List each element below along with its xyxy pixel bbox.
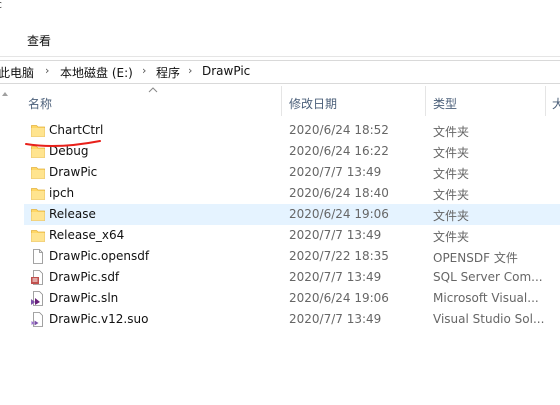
file-row[interactable]: DrawPic 2020/7/7 13:49 文件夹 bbox=[24, 162, 560, 183]
solution-file-icon bbox=[31, 291, 45, 306]
column-divider[interactable] bbox=[545, 86, 546, 116]
sort-ascending-icon bbox=[148, 87, 158, 93]
chevron-right-icon[interactable]: › bbox=[188, 64, 192, 77]
file-type: 文件夹 bbox=[433, 188, 470, 202]
file-modified-date: 2020/6/24 18:52 bbox=[289, 123, 389, 137]
file-type: OPENSDF 文件 bbox=[433, 251, 518, 265]
file-type: 文件夹 bbox=[433, 209, 470, 223]
file-type: 文件夹 bbox=[433, 125, 470, 139]
file-row[interactable]: DrawPic.opensdf 2020/7/22 18:35 OPENSDF 文件 bbox=[24, 246, 560, 267]
column-divider[interactable] bbox=[281, 86, 282, 116]
file-name: ipch bbox=[49, 186, 75, 200]
folder-icon bbox=[31, 228, 45, 243]
breadcrumb-this-pc[interactable]: 此电脑 bbox=[0, 64, 34, 81]
breadcrumb-drawpic[interactable]: DrawPic bbox=[202, 64, 250, 78]
file-name: DrawPic.sdf bbox=[49, 270, 120, 284]
file-row[interactable]: Release_x64 2020/7/7 13:49 文件夹 bbox=[24, 225, 560, 246]
file-modified-date: 2020/7/7 13:49 bbox=[289, 312, 382, 326]
chevron-right-icon[interactable]: › bbox=[142, 64, 146, 77]
file-modified-date: 2020/7/22 18:35 bbox=[289, 249, 389, 263]
folder-icon bbox=[31, 186, 45, 201]
ribbon-bar: 查看 bbox=[0, 20, 560, 57]
chevron-right-icon[interactable]: › bbox=[45, 64, 49, 77]
window-title-fragment: c bbox=[0, 0, 40, 16]
column-header-name[interactable]: 名称 bbox=[28, 95, 52, 112]
file-name: DrawPic.sln bbox=[49, 291, 119, 305]
file-row[interactable]: DrawPic.sln 2020/6/24 19:06 Microsoft Visu… bbox=[24, 288, 560, 309]
suo-file-icon bbox=[31, 312, 45, 327]
file-type: 文件夹 bbox=[433, 146, 470, 160]
column-header-size[interactable]: 大 bbox=[552, 95, 560, 112]
file-row[interactable]: ChartCtrl 2020/6/24 18:52 文件夹 bbox=[24, 120, 560, 141]
column-header-date[interactable]: 修改日期 bbox=[289, 95, 337, 112]
file-modified-date: 2020/7/7 13:49 bbox=[289, 270, 382, 284]
file-modified-date: 2020/7/7 13:49 bbox=[289, 165, 382, 179]
file-name: Release bbox=[49, 207, 96, 221]
address-bar[interactable]: 此电脑 › 本地磁盘 (E:) › 程序 › DrawPic bbox=[0, 60, 560, 84]
file-modified-date: 2020/7/7 13:49 bbox=[289, 228, 382, 242]
breadcrumb-local-disk[interactable]: 本地磁盘 (E:) bbox=[60, 64, 133, 81]
file-row[interactable]: DrawPic.v12.suo 2020/7/7 13:49 Visual Stud… bbox=[24, 309, 560, 330]
file-type: 文件夹 bbox=[433, 167, 470, 181]
folder-icon bbox=[31, 165, 45, 180]
file-type: SQL Server Com... bbox=[433, 270, 543, 284]
file-modified-date: 2020/6/24 19:06 bbox=[289, 291, 389, 305]
column-header-row: 名称 修改日期 类型 大 bbox=[0, 86, 560, 116]
column-header-type[interactable]: 类型 bbox=[433, 95, 457, 112]
sql-file-icon bbox=[31, 270, 45, 285]
breadcrumb-programs[interactable]: 程序 bbox=[156, 64, 180, 81]
file-icon bbox=[31, 249, 45, 264]
column-divider[interactable] bbox=[425, 86, 426, 116]
file-type: Microsoft Visual... bbox=[433, 291, 539, 305]
file-row[interactable]: Release 2020/6/24 19:06 文件夹 bbox=[24, 204, 560, 225]
folder-icon bbox=[31, 123, 45, 138]
file-type: 文件夹 bbox=[433, 230, 470, 244]
file-modified-date: 2020/6/24 19:06 bbox=[289, 207, 389, 221]
file-modified-date: 2020/6/24 16:22 bbox=[289, 144, 389, 158]
file-modified-date: 2020/6/24 18:40 bbox=[289, 186, 389, 200]
ribbon-tab-view[interactable]: 查看 bbox=[27, 32, 51, 49]
file-row[interactable]: Debug 2020/6/24 16:22 文件夹 bbox=[24, 141, 560, 162]
file-row[interactable]: DrawPic.sdf 2020/7/7 13:49 SQL Server Com.… bbox=[24, 267, 560, 288]
file-name: DrawPic bbox=[49, 165, 98, 179]
file-name: DrawPic.v12.suo bbox=[49, 312, 149, 326]
file-row[interactable]: ipch 2020/6/24 18:40 文件夹 bbox=[24, 183, 560, 204]
file-name: DrawPic.opensdf bbox=[49, 249, 150, 263]
file-type: Visual Studio Sol... bbox=[433, 312, 545, 326]
file-list: ChartCtrl 2020/6/24 18:52 文件夹 Debug 2020/6/2… bbox=[0, 120, 560, 340]
file-name: Release_x64 bbox=[49, 228, 125, 242]
red-underline-annotation bbox=[25, 140, 101, 147]
file-name: ChartCtrl bbox=[49, 123, 104, 137]
folder-icon bbox=[31, 207, 45, 222]
